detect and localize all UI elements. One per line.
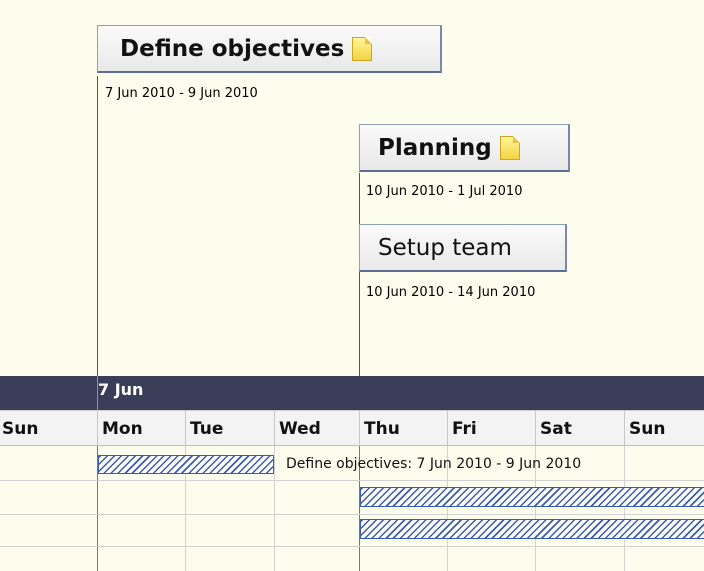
planning-connector xyxy=(359,173,360,376)
day-header-sun-2: Sun xyxy=(624,410,704,446)
task-define-objectives-label: Define objectives xyxy=(120,35,345,62)
gantt-bar-define-objectives[interactable] xyxy=(98,455,274,474)
day-header-thu: Thu xyxy=(359,410,447,446)
task-setup-team[interactable]: Setup team xyxy=(359,224,567,272)
grid-row-line xyxy=(0,514,704,515)
define-objectives-connector xyxy=(97,76,98,376)
day-header-mon: Mon xyxy=(97,410,185,446)
day-header-sun: Sun xyxy=(2,419,39,439)
gantt-bar-define-objectives-label: Define objectives: 7 Jun 2010 - 9 Jun 20… xyxy=(286,456,582,472)
task-define-objectives[interactable]: Define objectives xyxy=(97,25,442,73)
grid-column-line xyxy=(274,446,275,571)
gantt-bar-setup-team[interactable] xyxy=(360,519,704,539)
day-header-tue: Tue xyxy=(185,410,274,446)
timeline-month-label: 7 Jun xyxy=(98,380,144,399)
gantt-bar-planning[interactable] xyxy=(360,487,704,507)
grid-column-line xyxy=(624,446,625,571)
day-header-wed: Wed xyxy=(274,410,359,446)
task-setup-team-label: Setup team xyxy=(378,234,512,261)
task-planning-label: Planning xyxy=(378,134,492,161)
task-define-objectives-dates: 7 Jun 2010 - 9 Jun 2010 xyxy=(105,86,258,101)
grid-row-line xyxy=(0,546,704,547)
day-header-fri: Fri xyxy=(447,410,535,446)
task-setup-team-dates: 10 Jun 2010 - 14 Jun 2010 xyxy=(366,285,536,300)
task-planning[interactable]: Planning xyxy=(359,124,570,172)
day-header-sat: Sat xyxy=(535,410,624,446)
grid-row-line xyxy=(0,480,704,481)
note-icon[interactable] xyxy=(352,36,373,61)
task-planning-dates: 10 Jun 2010 - 1 Jul 2010 xyxy=(366,184,523,199)
note-icon[interactable] xyxy=(499,135,520,160)
